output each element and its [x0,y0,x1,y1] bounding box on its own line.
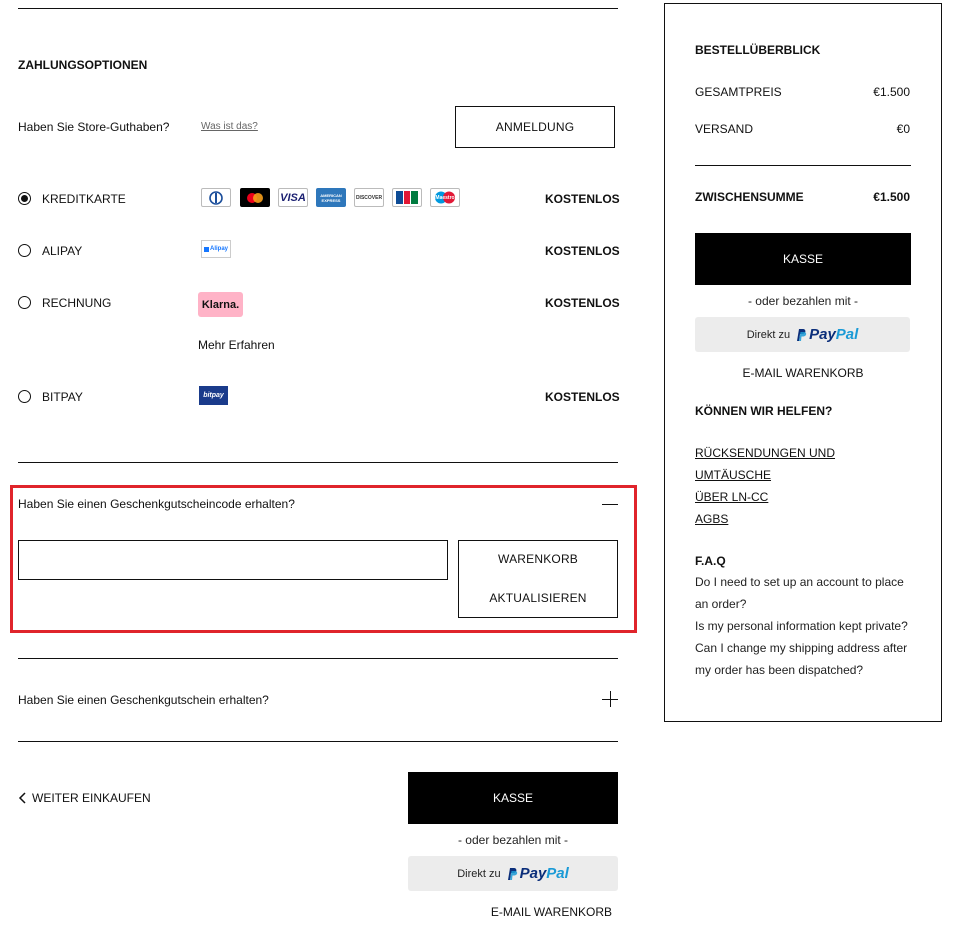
discover-icon: DISCOVER [354,188,384,207]
jcb-icon [392,188,422,207]
about-link[interactable]: ÜBER LN-CC [695,490,768,504]
paypal-prefix-bottom: Direkt zu [457,867,501,880]
american-express-icon: AMERICAN EXPRESS [316,188,346,207]
update-cart-line2: AKTUALISIEREN [489,591,587,605]
chevron-left-icon [18,792,26,804]
login-button[interactable]: ANMELDUNG [455,106,615,148]
checkout-button-summary[interactable]: KASSE [695,233,911,285]
gift-code-question: Haben Sie einen Geschenkgutscheincode er… [18,497,295,511]
radio-bitpay[interactable] [18,390,31,403]
payment-divider [18,462,618,463]
shipping-value: €0 [896,122,910,136]
paypal-button-bottom[interactable]: Direkt zu Pay Pal [408,856,618,891]
paypal-logo-bottom: Pay Pal [506,865,569,882]
klarna-logo: Klarna. [198,292,243,317]
paypal-icon [507,867,517,880]
email-cart-link-summary[interactable]: E-MAIL WARENKORB [695,366,911,380]
faq-line[interactable]: an order? [695,593,746,615]
summary-divider [695,165,911,166]
faq-line[interactable]: my order has been dispatched? [695,659,863,681]
radio-credit-card[interactable] [18,192,31,205]
maestro-icon: Maestro [430,188,460,207]
visa-icon: VISA [278,188,308,207]
total-price-label: GESAMTPREIS [695,85,782,99]
exchanges-link[interactable]: UMTÄUSCHE [695,468,771,482]
paypal-icon [797,328,807,341]
gift-code-divider [18,658,618,659]
paypal-logo-summary: Pay Pal [795,326,858,343]
option-credit-card-label: KREDITKARTE [42,192,126,206]
expand-plus-icon[interactable] [602,691,618,707]
paypal-button-summary[interactable]: Direkt zu Pay Pal [695,317,910,352]
shipping-label: VERSAND [695,122,754,136]
alipay-fee: KOSTENLOS [545,244,620,258]
mastercard-icon [240,188,270,207]
alipay-text: Alipay [209,246,228,252]
or-pay-with-summary: - oder bezahlen mit - [747,294,859,308]
diners-club-icon [201,188,231,207]
email-cart-link-bottom[interactable]: E-MAIL WARENKORB [408,905,618,919]
bitpay-icon: bitpay [199,386,228,405]
gift-code-input[interactable] [18,540,448,580]
checkout-button-bottom[interactable]: KASSE [408,772,618,824]
update-cart-line1: WARENKORB [497,552,579,566]
paypal-prefix-summary: Direkt zu [746,328,791,341]
credit-card-fee: KOSTENLOS [545,192,620,206]
faq-line[interactable]: Can I change my shipping address after [695,637,907,659]
continue-shopping-label: WEITER EINKAUFEN [32,791,151,805]
top-divider [18,8,618,9]
learn-more-link[interactable]: Mehr Erfahren [198,338,275,352]
option-bitpay-label: BITPAY [42,390,83,404]
gift-card-question: Haben Sie einen Geschenkgutschein erhalt… [18,693,269,707]
gift-card-divider [18,741,618,742]
collapse-minus-icon[interactable] [602,504,618,505]
radio-alipay[interactable] [18,244,31,257]
subtotal-value: €1.500 [873,190,910,204]
or-pay-with-bottom: - oder bezahlen mit - [457,833,569,847]
faq-heading: F.A.Q [695,554,726,568]
faq-line[interactable]: Is my personal information kept private? [695,615,908,637]
maestro-text: Maestro [435,194,455,201]
option-alipay-label: ALIPAY [42,244,83,258]
payment-options-heading: ZAHLUNGSOPTIONEN [18,58,148,72]
store-credit-question: Haben Sie Store-Guthaben? [18,120,170,134]
continue-shopping-link[interactable]: WEITER EINKAUFEN [18,791,151,805]
faq-line[interactable]: Do I need to set up an account to place [695,571,904,593]
subtotal-label: ZWISCHENSUMME [695,190,804,204]
paypal-pay-text-bottom: Pay [519,865,547,882]
alipay-icon: Alipay [201,240,231,258]
radio-invoice[interactable] [18,296,31,309]
option-invoice-label: RECHNUNG [42,296,112,310]
paypal-pal-text-bottom: Pal [546,865,569,882]
update-cart-button[interactable]: WARENKORB AKTUALISIEREN [458,540,618,618]
paypal-pal-text-summary: Pal [835,326,859,343]
invoice-fee: KOSTENLOS [545,296,620,310]
help-heading: KÖNNEN WIR HELFEN? [695,404,833,418]
order-summary-heading: BESTELLÜBERBLICK [695,43,821,57]
total-price-value: €1.500 [873,85,910,99]
bitpay-fee: KOSTENLOS [545,390,620,404]
paypal-pay-text-summary: Pay [809,326,836,343]
returns-link[interactable]: RÜCKSENDUNGEN UND [695,446,835,460]
what-is-this-link[interactable]: Was ist das? [201,121,258,132]
terms-link[interactable]: AGBS [695,512,728,526]
